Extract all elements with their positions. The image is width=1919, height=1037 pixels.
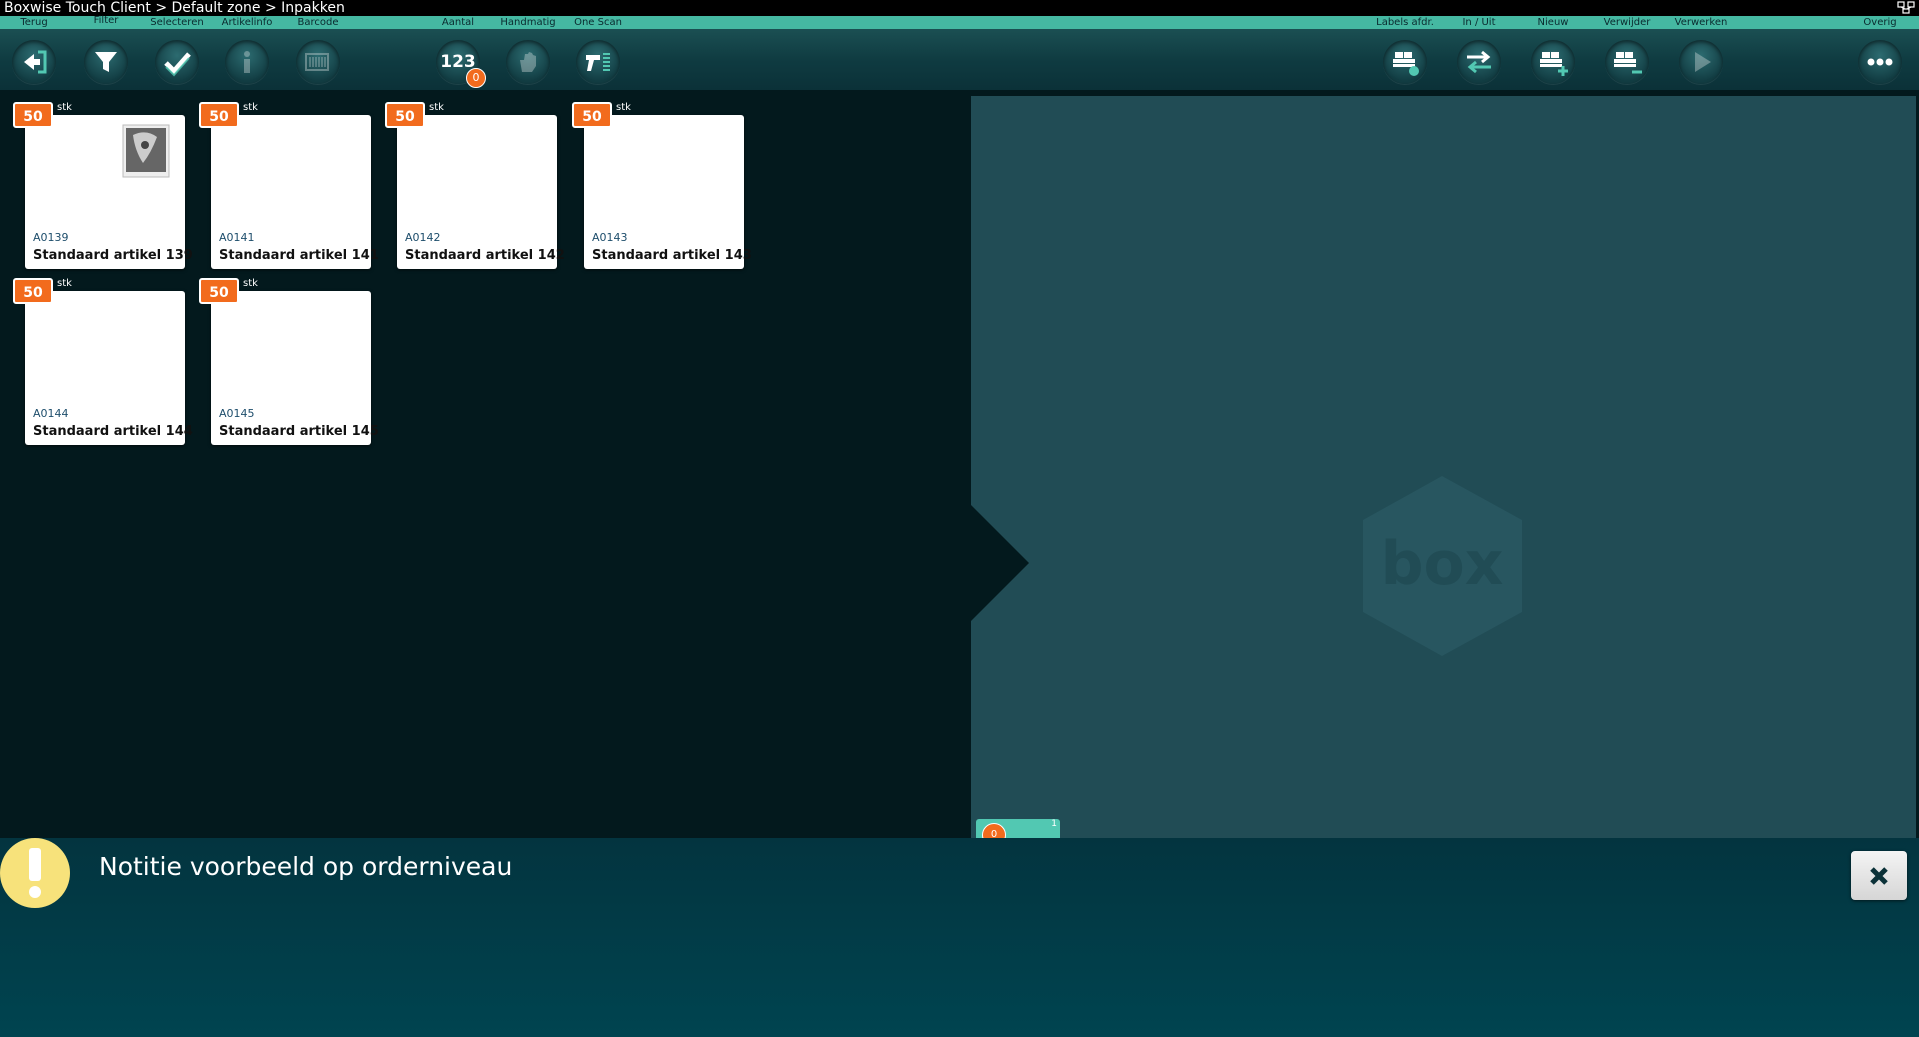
- scanner-icon: [586, 53, 610, 71]
- article-code: A0143: [592, 231, 628, 244]
- warning-icon: [0, 838, 70, 908]
- unit-label: stk: [243, 102, 258, 113]
- article-card[interactable]: 50 stk A0145 Standaard artikel 145: [199, 278, 379, 445]
- amount-button[interactable]: 123 0: [436, 40, 486, 88]
- network-icon: [1897, 1, 1915, 14]
- article-name: Standaard artikel 144: [33, 424, 193, 439]
- article-card[interactable]: 50 stk A0144 Standaard artikel 144: [13, 278, 193, 445]
- quantity-badge: 50: [13, 102, 53, 128]
- pallet-remove-icon: [1614, 52, 1642, 74]
- pallet-add-icon: [1540, 52, 1568, 76]
- article-name: Standaard artikel 139: [33, 248, 193, 263]
- quantity-badge: 50: [13, 278, 53, 304]
- in-out-button[interactable]: [1457, 40, 1501, 84]
- article-card[interactable]: 50 stk A0142 Standaard artikel 142: [385, 102, 565, 269]
- other-label: Overig: [1863, 17, 1897, 28]
- filter-label: Filter: [93, 15, 119, 26]
- select-label: Selecteren: [150, 17, 204, 28]
- manual-button[interactable]: [506, 40, 550, 84]
- barcode-icon: [305, 53, 329, 71]
- process-button[interactable]: [1679, 40, 1723, 84]
- unit-label: stk: [429, 102, 444, 113]
- watermark-text: box: [1381, 529, 1504, 599]
- article-name: Standaard artikel 143: [592, 248, 752, 263]
- close-note-button[interactable]: [1851, 851, 1907, 900]
- box-panel: [971, 96, 1916, 838]
- article-code: A0139: [33, 231, 69, 244]
- unit-label: stk: [616, 102, 631, 113]
- article-card[interactable]: 50 stk A0139 Standaard artikel 139: [13, 102, 193, 269]
- quantity-badge: 50: [385, 102, 425, 128]
- barcode-button[interactable]: [296, 40, 340, 84]
- order-note-bar: Notitie voorbeeld op orderniveau: [0, 838, 1919, 1037]
- order-note-text: Notitie voorbeeld op orderniveau: [99, 852, 513, 881]
- amount-badge: 0: [466, 68, 486, 88]
- article-info-label: Artikelinfo: [221, 17, 273, 28]
- article-name: Standaard artikel 142: [405, 248, 565, 263]
- article-card[interactable]: 50 stk A0141 Standaard artikel 141: [199, 102, 379, 269]
- new-button[interactable]: [1531, 40, 1575, 84]
- select-button[interactable]: [155, 40, 199, 84]
- info-icon: [244, 51, 250, 73]
- quantity-badge: 50: [572, 102, 612, 128]
- new-label: Nieuw: [1537, 17, 1569, 28]
- barcode-label: Barcode: [297, 17, 339, 28]
- article-code: A0145: [219, 407, 255, 420]
- article-card[interactable]: 50 stk A0143 Standaard artikel 143: [572, 102, 752, 269]
- process-label: Verwerken: [1674, 17, 1728, 28]
- window-title: Boxwise Touch Client > Default zone > In…: [4, 0, 345, 16]
- article-code: A0144: [33, 407, 69, 420]
- quantity-badge: 50: [199, 102, 239, 128]
- article-name: Standaard artikel 141: [219, 248, 379, 263]
- unit-label: stk: [57, 278, 72, 289]
- label-print-icon: [1393, 52, 1419, 76]
- one-scan-button[interactable]: [576, 40, 620, 84]
- article-code: A0142: [405, 231, 441, 244]
- quantity-badge: 50: [199, 278, 239, 304]
- close-icon: [1870, 866, 1888, 885]
- swap-arrows-icon: [1467, 50, 1491, 74]
- checkmark-icon: [164, 52, 191, 77]
- article-name: Standaard artikel 145: [219, 424, 379, 439]
- delete-label: Verwijder: [1603, 17, 1651, 28]
- labels-print-button[interactable]: [1383, 40, 1427, 84]
- box-logo-watermark: box: [1363, 476, 1522, 656]
- toolbar: Terug Filter Selecteren Artikelinfo Barc…: [0, 15, 1919, 90]
- more-dots-icon: [1867, 58, 1893, 66]
- play-icon: [1695, 52, 1711, 72]
- filter-button[interactable]: [84, 40, 128, 84]
- amount-label: Aantal: [441, 17, 475, 28]
- delete-button[interactable]: [1605, 40, 1649, 84]
- labels-print-label: Labels afdr.: [1376, 17, 1434, 28]
- back-arrow-icon: [24, 50, 47, 74]
- article-info-button[interactable]: [225, 40, 269, 84]
- window-title-bar: Boxwise Touch Client > Default zone > In…: [0, 0, 1919, 16]
- unit-label: stk: [57, 102, 72, 113]
- toolbar-label-strip: Terug Filter Selecteren Artikelinfo Barc…: [0, 15, 1919, 29]
- transfer-arrow-icon: [971, 505, 1029, 621]
- hand-icon: [520, 52, 536, 72]
- other-button[interactable]: [1858, 40, 1902, 84]
- article-image-icon: [122, 124, 170, 178]
- back-label: Terug: [20, 17, 48, 28]
- box-tile-count: 1: [1051, 819, 1057, 829]
- one-scan-label: One Scan: [574, 17, 622, 28]
- filter-icon: [95, 52, 117, 72]
- in-out-label: In / Uit: [1462, 17, 1496, 28]
- article-code: A0141: [219, 231, 255, 244]
- back-button[interactable]: [12, 40, 56, 84]
- unit-label: stk: [243, 278, 258, 289]
- manual-label: Handmatig: [500, 17, 556, 28]
